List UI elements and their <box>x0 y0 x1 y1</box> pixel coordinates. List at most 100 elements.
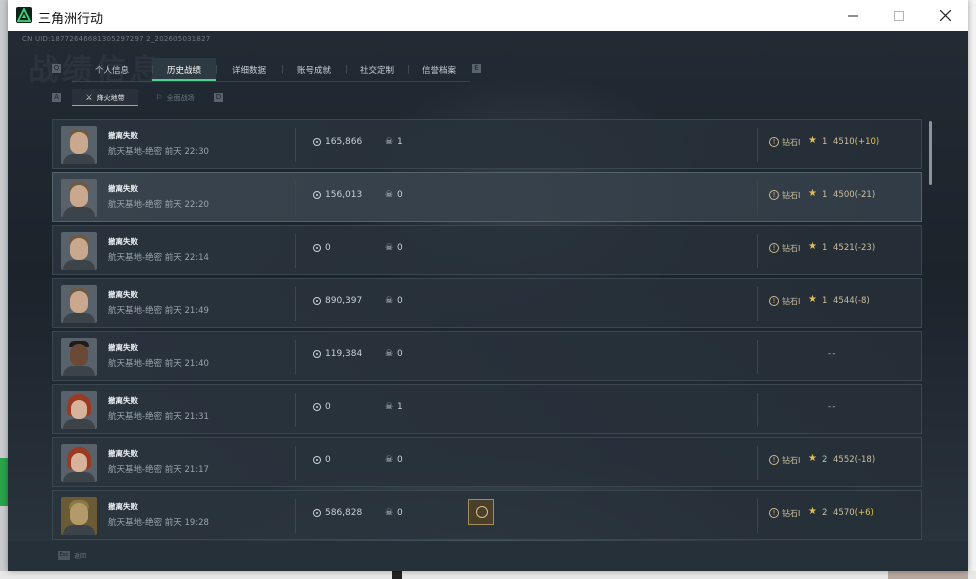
maximize-button[interactable] <box>876 0 922 31</box>
list-scrollbar[interactable] <box>929 121 932 185</box>
close-button[interactable] <box>922 0 968 31</box>
match-history-list: 撤离失败 航天基地-绝密 前天 22:30 165,866 ☠ 1 ! 钻石I … <box>52 119 924 571</box>
tab-social-custom[interactable]: 社交定制 <box>346 58 408 81</box>
tab-credit-record[interactable]: 信誉档案 <box>408 58 470 81</box>
back-label: 返回 <box>74 553 87 560</box>
match-map-time: 航天基地-绝密 前天 21:31 <box>108 412 209 422</box>
window-title: 三角洲行动 <box>38 12 104 27</box>
rank-icon: ! <box>769 508 779 518</box>
skull-icon: ☠ <box>385 190 394 200</box>
crosshair-icon: ⚔ <box>85 93 93 102</box>
desktop-avatar-edge <box>888 571 968 579</box>
match-row[interactable]: 撤离失败 航天基地-绝密 前天 22:20 156,013 ☠ 0 ! 钻石I … <box>52 172 922 222</box>
match-value: 0 <box>325 455 331 465</box>
rank-name: 钻石I <box>782 244 801 253</box>
match-result: 撤离失败 <box>108 290 138 299</box>
back-button[interactable]: Esc 返回 <box>58 550 86 561</box>
desktop-bottom-edge <box>0 571 976 579</box>
skull-icon: ☠ <box>385 349 394 359</box>
match-row[interactable]: 撤离失败 航天基地-绝密 前天 21:31 0 ☠ 1 -- <box>52 384 922 434</box>
app-logo-icon <box>16 7 32 23</box>
star-icon: ★ <box>808 241 817 252</box>
skull-icon: ☠ <box>385 296 394 306</box>
score-delta: (-8) <box>854 296 870 306</box>
currency-icon <box>313 297 321 305</box>
desktop-dark-block <box>392 571 402 579</box>
subtab-warfare[interactable]: ⚐ 全面战场 <box>148 89 202 106</box>
rank-icon: ! <box>769 296 779 306</box>
match-row[interactable]: 撤离失败 航天基地-绝密 前天 22:30 165,866 ☠ 1 ! 钻石I … <box>52 119 922 169</box>
match-kills: 0 <box>397 508 403 518</box>
match-result: 撤离失败 <box>108 502 138 511</box>
match-kills: 0 <box>397 349 403 359</box>
star-icon: ★ <box>808 453 817 464</box>
tab-achievements[interactable]: 账号成就 <box>282 58 346 81</box>
match-value: 119,384 <box>325 349 363 359</box>
score-delta: (-18) <box>854 455 876 465</box>
currency-icon <box>313 191 321 199</box>
score-delta: (-21) <box>854 190 876 200</box>
tab-prev-button[interactable]: Q <box>52 64 61 73</box>
match-map-time: 航天基地-绝密 前天 21:17 <box>108 465 209 475</box>
rank-icon: ! <box>769 190 779 200</box>
rank-name: 钻石I <box>782 138 801 147</box>
star-icon: ★ <box>808 188 817 199</box>
match-result: 撤离失败 <box>108 396 138 405</box>
match-kills: 0 <box>397 296 403 306</box>
rank-score: 4552(-18) <box>833 455 876 465</box>
match-value: 165,866 <box>325 137 363 147</box>
score-delta: (+6) <box>854 508 874 518</box>
operator-avatar <box>61 232 97 270</box>
rank-stars: 1 <box>822 137 828 147</box>
score-delta: (-23) <box>854 243 876 253</box>
tab-personal-info[interactable]: 个人信息 <box>72 58 152 81</box>
achievement-badge-icon <box>468 499 494 525</box>
rank-score: 4521(-23) <box>833 243 876 253</box>
match-kills: 0 <box>397 243 403 253</box>
match-row[interactable]: 撤离失败 航天基地-绝密 前天 21:49 890,397 ☠ 0 ! 钻石I … <box>52 278 922 328</box>
match-row[interactable]: 撤离失败 航天基地-绝密 前天 21:40 119,384 ☠ 0 -- <box>52 331 922 381</box>
match-value: 0 <box>325 243 331 253</box>
rank-name: 钻石I <box>782 191 801 200</box>
desktop-left-edge <box>0 0 8 579</box>
operator-avatar <box>61 179 97 217</box>
subtab-hazard-ops[interactable]: ⚔ 烽火地带 <box>72 89 138 106</box>
flag-icon: ⚐ <box>155 93 163 102</box>
rank-name: 钻石I <box>782 456 801 465</box>
rank-stars: 1 <box>822 296 828 306</box>
match-kills: 1 <box>397 402 403 412</box>
player-uid: CN UID:18772646681305297297 2_2026050318… <box>22 35 211 43</box>
rank-score-empty: -- <box>828 349 837 359</box>
main-tabs: 个人信息 历史战绩 详细数据 账号成就 社交定制 信誉档案 <box>72 58 470 82</box>
skull-icon: ☠ <box>385 508 394 518</box>
match-map-time: 航天基地-绝密 前天 22:30 <box>108 147 209 157</box>
match-row[interactable]: 撤离失败 航天基地-绝密 前天 21:17 0 ☠ 0 ! 钻石I ★ 2 45… <box>52 437 922 487</box>
minimize-button[interactable] <box>830 0 876 31</box>
rank-name: 钻石I <box>782 509 801 518</box>
tab-match-history[interactable]: 历史战绩 <box>152 58 216 81</box>
star-icon: ★ <box>808 135 817 146</box>
score-delta: (+10) <box>854 137 880 147</box>
rank-icon: ! <box>769 455 779 465</box>
match-result: 撤离失败 <box>108 343 138 352</box>
match-row[interactable]: 撤离失败 航天基地-绝密 前天 22:14 0 ☠ 0 ! 钻石I ★ 1 45… <box>52 225 922 275</box>
match-map-time: 航天基地-绝密 前天 19:28 <box>108 518 209 528</box>
rank-score: 4500(-21) <box>833 190 876 200</box>
subtab-prev-button[interactable]: A <box>52 93 61 102</box>
tab-detailed-data[interactable]: 详细数据 <box>216 58 282 81</box>
match-value: 890,397 <box>325 296 363 306</box>
rank-stars: 1 <box>822 190 828 200</box>
rank-score: 4570(+6) <box>833 508 874 518</box>
subtab-next-button[interactable]: D <box>214 93 223 102</box>
rank-stars: 2 <box>822 455 828 465</box>
currency-icon <box>313 244 321 252</box>
tab-next-button[interactable]: E <box>472 64 481 73</box>
match-result: 撤离失败 <box>108 184 138 193</box>
skull-icon: ☠ <box>385 402 394 412</box>
rank-score: 4544(-8) <box>833 296 870 306</box>
match-result: 撤离失败 <box>108 131 138 140</box>
operator-avatar <box>61 497 97 535</box>
match-row[interactable]: 撤离失败 航天基地-绝密 前天 19:28 586,828 ☠ 0 ! 钻石I … <box>52 490 922 540</box>
match-value: 0 <box>325 402 331 412</box>
rank-icon: ! <box>769 243 779 253</box>
